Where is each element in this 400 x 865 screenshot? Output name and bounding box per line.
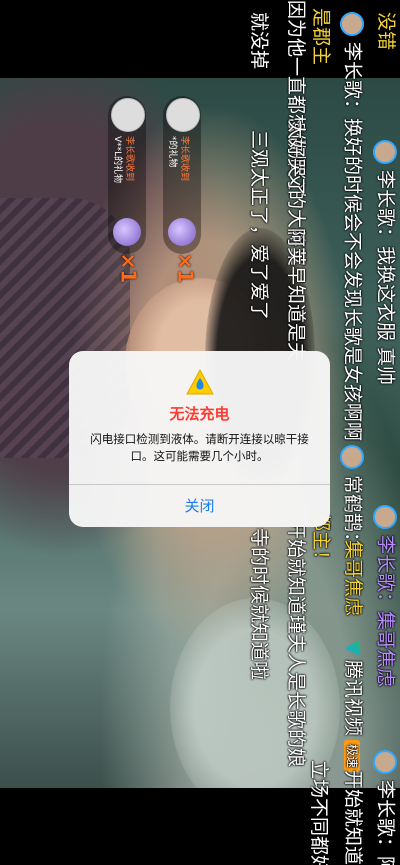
- user-avatar: [340, 12, 364, 36]
- user-avatar: [340, 445, 364, 469]
- gift-notification: 李长歌收到 *的礼物: [163, 96, 201, 254]
- alert-message: 闪电接口检测到液体。请断开连接以晾干接口。这可能需要几个小时。: [90, 432, 309, 463]
- user-avatar: [373, 505, 397, 529]
- danmaku-item: 寺的时候就知道啦: [248, 528, 270, 681]
- danmaku-item: 李长歌：换好的时候会不会发现长歌是女孩啊啊: [340, 12, 364, 441]
- danmaku-item: 没错: [375, 12, 397, 51]
- gift-sender-avatar: [111, 98, 145, 132]
- danmaku-item: 李长歌：阿: [373, 750, 397, 865]
- danmaku-item: 开始就知道瑾: [342, 770, 364, 865]
- danmaku-item: 李长歌：集哥焦虑: [373, 505, 397, 687]
- gift-icon: [113, 218, 141, 246]
- gift-sender-avatar: [166, 98, 200, 132]
- gift-giver: *的礼物: [167, 136, 177, 168]
- gift-icon: [168, 218, 196, 246]
- danmaku-item: 立场不同都好: [308, 760, 330, 865]
- alert-title: 无法充电: [169, 405, 230, 423]
- tencent-video-logo-icon: [345, 640, 361, 656]
- gift-receiver: 李长歌收到: [179, 136, 189, 182]
- danmaku-item: 集哥焦虑: [342, 540, 364, 617]
- gift-giver: V**L的礼物: [112, 136, 122, 184]
- danmaku-item: 常鹤鹊：: [340, 445, 364, 551]
- watermark: 腾讯视频极速: [342, 640, 364, 773]
- gift-receiver: 李长歌收到: [124, 136, 134, 182]
- danmaku-item: 李长歌：我换这衣服 真帅: [373, 140, 397, 385]
- charging-alert-dialog: 无法充电 闪电接口检测到液体。请断开连接以晾干接口。这可能需要几个小时。 关闭: [69, 351, 330, 527]
- user-avatar: [373, 140, 397, 164]
- danmaku-item: 就没掉: [248, 12, 270, 70]
- close-button[interactable]: 关闭: [69, 485, 330, 527]
- gift-count: ×1: [116, 252, 141, 284]
- screen: 没错 李长歌：我换这衣服 真帅 李长歌：换好的时候会不会发现长歌是女孩啊啊 常鹤…: [0, 0, 400, 865]
- warning-icon: [186, 369, 214, 395]
- danmaku-item: 开始就知道瑾夫人是长歌的娘: [285, 520, 307, 768]
- gift-notification: 李长歌收到 V**L的礼物: [108, 96, 146, 254]
- danmaku-item: 是郡主: [310, 8, 332, 66]
- danmaku-item: 太好哭了: [285, 120, 307, 197]
- danmaku-item: 阿荚早知道是夫: [285, 228, 307, 362]
- user-avatar: [373, 750, 397, 774]
- speed-badge: 极速: [344, 740, 361, 773]
- gift-count: ×1: [173, 252, 198, 284]
- danmaku-item: 三观太正了，爱了爱了: [248, 130, 270, 321]
